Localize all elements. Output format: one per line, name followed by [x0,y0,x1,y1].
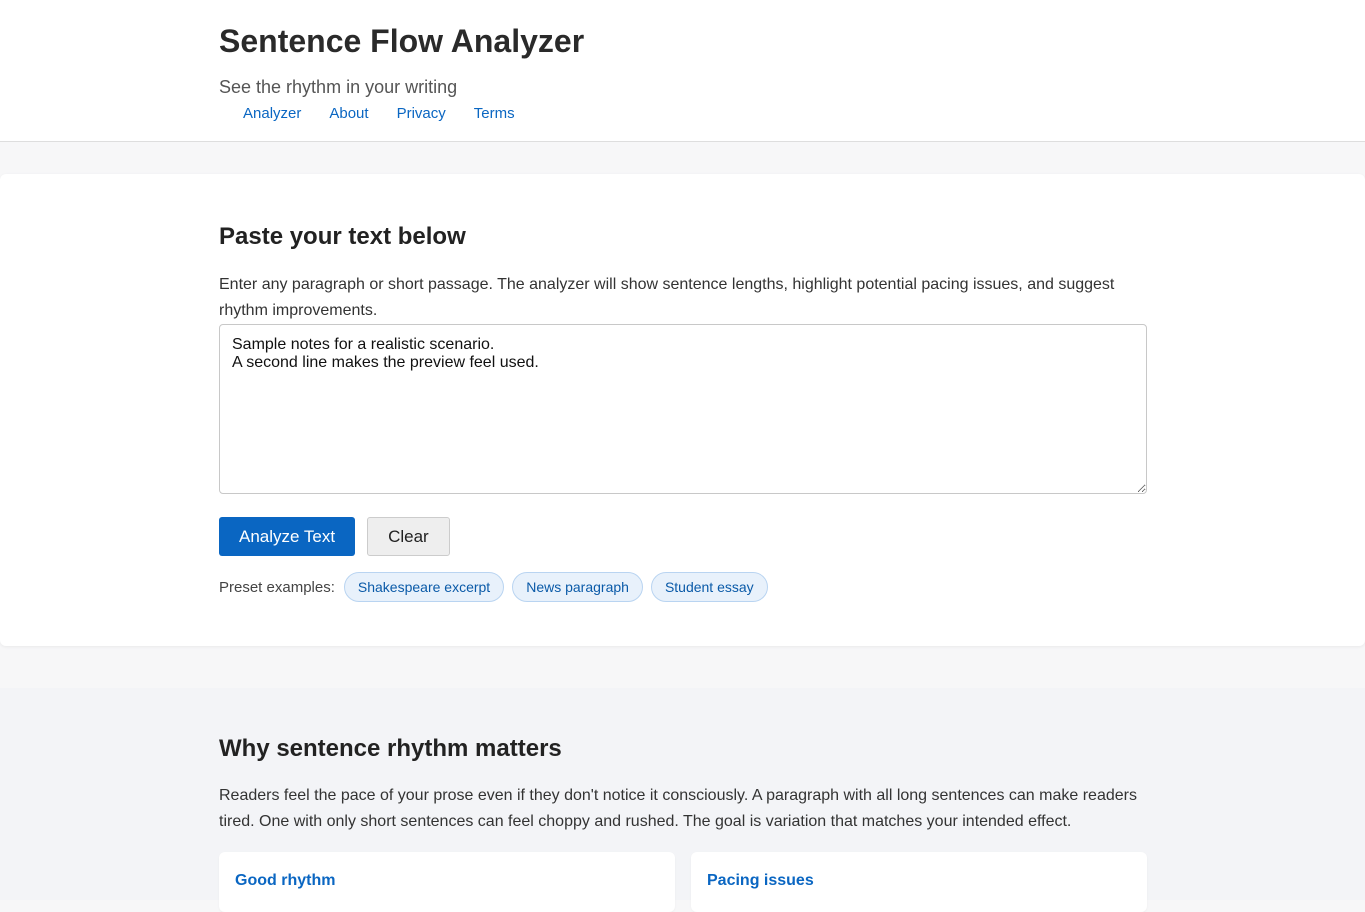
pacing-issues-title: Pacing issues [707,872,814,889]
nav-link-about[interactable]: About [329,104,368,124]
nav-link-analyzer[interactable]: Analyzer [243,104,301,124]
pacing-issues-card: Pacing issues [691,852,1147,912]
good-rhythm-title: Good rhythm [235,872,336,889]
preset-examples: Preset examples: Shakespeare excerpt New… [219,572,768,602]
preset-chip-shakespeare[interactable]: Shakespeare excerpt [343,572,505,602]
good-rhythm-card: Good rhythm [219,852,675,912]
main-nav: Analyzer About Privacy Terms [219,104,1365,124]
clear-button[interactable]: Clear [367,517,450,556]
text-input[interactable]: Sample notes for a realistic scenario. A… [219,324,1147,494]
input-intro: Enter any paragraph or short passage. Th… [219,276,1115,319]
site-title: Sentence Flow Analyzer [219,23,585,59]
preset-chip-news[interactable]: News paragraph [512,572,643,602]
preset-chip-student-essay[interactable]: Student essay [650,572,768,602]
tagline: See the rhythm in your writing [219,77,458,97]
why-text: Readers feel the pace of your prose even… [219,787,1137,830]
why-section: Why sentence rhythm matters Readers feel… [0,688,1365,912]
why-heading: Why sentence rhythm matters [219,735,562,762]
input-card: Paste your text below Enter any paragrap… [0,174,1365,646]
input-heading: Paste your text below [219,223,466,250]
presets-label: Preset examples: [219,578,335,596]
nav-link-privacy[interactable]: Privacy [397,104,446,124]
analyze-button[interactable]: Analyze Text [219,517,356,556]
site-header: Sentence Flow Analyzer See the rhythm in… [0,0,1365,142]
action-buttons: Analyze Text Clear [219,517,450,556]
nav-link-terms[interactable]: Terms [474,104,515,124]
